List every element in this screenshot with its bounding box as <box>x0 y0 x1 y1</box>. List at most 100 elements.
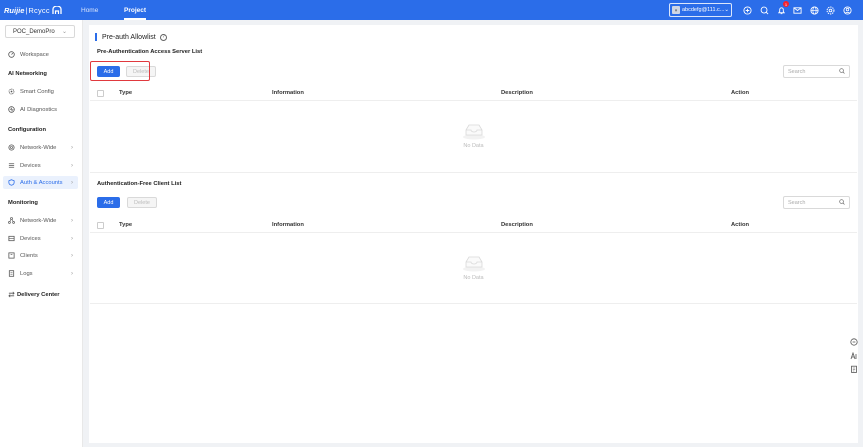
diagnostics-icon <box>8 106 15 113</box>
chevron-down-icon: ⌄ <box>724 7 729 13</box>
logo-mark-icon <box>52 5 62 14</box>
select-all-checkbox[interactable] <box>97 221 104 229</box>
settings-icon[interactable] <box>825 5 835 15</box>
workspace-icon <box>8 51 15 58</box>
chevron-right-icon: › <box>71 144 73 151</box>
delete-client-button[interactable]: Delete <box>127 197 157 208</box>
sidebar-item-label: Clients <box>20 252 38 259</box>
logo-brand: Ruijie <box>4 5 25 15</box>
chevron-right-icon: › <box>71 162 73 169</box>
message-icon[interactable] <box>792 5 802 15</box>
client-table-header: Type Information Description Action <box>90 218 857 233</box>
sidebar-item-label: Devices <box>20 162 41 169</box>
section-ai-networking: AI Networking <box>8 71 47 77</box>
section-preauth-server-list-title: Pre-Authentication Access Server List <box>97 49 203 55</box>
topology-icon <box>8 217 15 224</box>
column-description: Description <box>501 90 533 96</box>
highlight-box <box>90 61 150 81</box>
sidebar-item-label: Network-Wide <box>20 144 57 151</box>
select-all-checkbox[interactable] <box>97 89 104 97</box>
sidebar-item-mon-devices[interactable]: Devices › <box>0 232 83 245</box>
help-icon[interactable]: ? <box>159 33 167 41</box>
clipboard-icon[interactable] <box>849 364 859 374</box>
column-description: Description <box>501 222 533 228</box>
column-information: Information <box>272 222 304 228</box>
sidebar-item-config-network-wide[interactable]: Network-Wide › <box>0 141 83 154</box>
sidebar-item-mon-logs[interactable]: Logs › <box>0 267 83 280</box>
chevron-right-icon: › <box>71 235 73 242</box>
column-information: Information <box>272 90 304 96</box>
nav-project[interactable]: Project <box>124 0 147 20</box>
empty-text: No Data <box>463 275 484 281</box>
nav-home[interactable]: Home <box>81 0 98 20</box>
ai-assistant-icon[interactable] <box>849 351 859 361</box>
sidebar-item-config-devices[interactable]: Devices › <box>0 159 83 172</box>
column-type: Type <box>119 90 133 96</box>
chevron-right-icon: › <box>71 217 73 224</box>
section-configuration: Configuration <box>8 127 46 133</box>
sidebar-item-label: Network-Wide <box>20 217 57 224</box>
shield-icon <box>8 179 15 186</box>
empty-box-icon <box>462 256 485 272</box>
project-select[interactable]: POC_DemoPro ⌄ <box>5 25 75 38</box>
logs-icon <box>8 270 15 277</box>
search-icon <box>839 67 845 76</box>
sidebar-item-smart-config[interactable]: Smart Config <box>0 85 83 98</box>
sidebar-item-label: Logs <box>20 270 33 277</box>
server-search-input[interactable]: Search <box>783 65 850 78</box>
device-icon <box>8 235 15 242</box>
sidebar-item-workspace[interactable]: Workspace <box>0 48 83 61</box>
client-empty-state: No Data <box>456 254 491 281</box>
chevron-down-icon: ⌄ <box>61 29 67 35</box>
sidebar-item-label: Auth & Accounts <box>20 179 63 186</box>
smart-config-icon <box>8 88 15 95</box>
empty-text: No Data <box>463 143 484 149</box>
ruijie-logo[interactable]: Ruijie | Rcycc <box>4 4 62 16</box>
chat-icon[interactable] <box>849 337 859 347</box>
user-icon[interactable] <box>842 5 852 15</box>
column-action: Action <box>731 222 750 228</box>
top-bar: Ruijie | Rcycc Home Project ▦ abcdefg@11… <box>0 0 863 20</box>
sidebar-item-ai-diagnostics[interactable]: AI Diagnostics <box>0 103 83 116</box>
sidebar: POC_DemoPro ⌄ Workspace AI Networking Sm… <box>0 20 83 447</box>
avatar: ▦ <box>672 6 680 14</box>
sidebar-item-auth-accounts[interactable]: Auth & Accounts › <box>3 176 78 189</box>
search-icon <box>839 198 845 207</box>
server-table-header: Type Information Description Action <box>90 86 857 101</box>
account-selector[interactable]: ▦ abcdefg@111.c... ⌄ <box>669 3 732 17</box>
sidebar-item-label: Delivery Center <box>17 291 60 298</box>
section-monitoring: Monitoring <box>8 200 38 206</box>
page-title-text: Pre-auth Allowlist <box>102 33 156 41</box>
clients-icon <box>8 252 15 259</box>
search-placeholder: Search <box>788 68 806 75</box>
project-select-value: POC_DemoPro <box>13 28 55 35</box>
add-client-button[interactable]: Add <box>97 197 120 208</box>
devices-list-icon <box>8 162 15 169</box>
sidebar-item-label: Devices <box>20 235 41 242</box>
delivery-icon <box>8 291 15 298</box>
column-type: Type <box>119 222 133 228</box>
notification-badge: 1 <box>783 1 789 7</box>
plus-circle-icon[interactable] <box>742 5 752 15</box>
sidebar-item-label: Smart Config <box>20 88 54 95</box>
chevron-right-icon: › <box>71 270 73 277</box>
account-label: abcdefg@111.c... <box>682 7 725 13</box>
sidebar-item-mon-network-wide[interactable]: Network-Wide › <box>0 214 83 227</box>
empty-box-icon <box>462 124 485 140</box>
globe-icon[interactable] <box>809 5 819 15</box>
search-placeholder: Search <box>788 199 806 206</box>
chevron-right-icon: › <box>71 179 73 186</box>
network-icon <box>8 144 15 151</box>
section-auth-free-client-list-title: Authentication-Free Client List <box>97 181 182 187</box>
search-icon[interactable] <box>759 5 769 15</box>
sidebar-item-delivery-center[interactable]: Delivery Center <box>0 288 83 301</box>
sidebar-item-label: Workspace <box>20 51 49 58</box>
column-action: Action <box>731 90 750 96</box>
logo-separator: | <box>25 5 28 15</box>
page-title: Pre-auth Allowlist ? <box>95 32 167 42</box>
sidebar-item-label: AI Diagnostics <box>20 106 58 113</box>
server-empty-state: No Data <box>456 122 491 149</box>
logo-product: Rcycc <box>28 5 50 15</box>
sidebar-item-mon-clients[interactable]: Clients › <box>0 249 83 262</box>
client-search-input[interactable]: Search <box>783 196 850 209</box>
